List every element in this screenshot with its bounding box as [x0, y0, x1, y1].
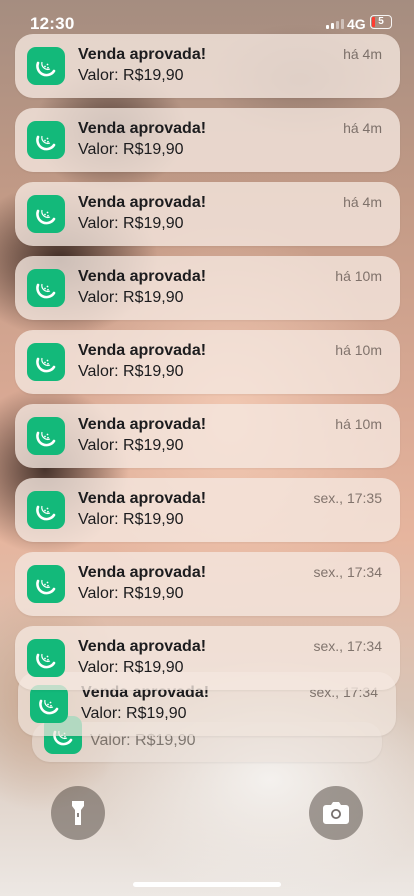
notification-time: sex., 17:35 [313, 490, 383, 506]
notification-time: sex., 17:34 [313, 638, 383, 654]
melon-app-icon [27, 417, 65, 455]
notification-card[interactable]: Venda aprovada! Valor: R$19,90 há 10m [15, 330, 400, 394]
notification-body: Valor: R$19,90 [78, 215, 184, 232]
notification-time: há 10m [335, 268, 382, 284]
notification-body: Valor: R$19,90 [78, 289, 184, 306]
notification-body: Valor: R$19,90 [78, 141, 184, 158]
notification-time: há 4m [343, 194, 382, 210]
notification-time: há 10m [335, 416, 382, 432]
notification-card[interactable]: Venda aprovada! Valor: R$19,90 há 10m [15, 404, 400, 468]
flashlight-icon [72, 801, 84, 825]
notification-body: Valor: R$19,90 [78, 659, 184, 676]
notification-card[interactable]: Venda aprovada! Valor: R$19,90 sex., 17:35 [15, 478, 400, 542]
notification-card[interactable]: Venda aprovada! Valor: R$19,90 sex., 17:34 [15, 626, 400, 690]
notification-title: Venda aprovada! [78, 194, 207, 211]
melon-app-icon [27, 269, 65, 307]
notification-card[interactable]: Venda aprovada! Valor: R$19,90 há 4m [15, 34, 400, 98]
notification-title: Venda aprovada! [78, 268, 207, 285]
notification-body: Valor: R$19,90 [78, 363, 184, 380]
melon-app-icon [27, 639, 65, 677]
notification-title: Venda aprovada! [78, 490, 207, 507]
notification-body: Valor: R$19,90 [78, 67, 184, 84]
notification-body: Valor: R$19,90 [81, 705, 187, 722]
camera-button[interactable] [309, 786, 363, 840]
melon-app-icon [27, 47, 65, 85]
notification-title: Venda aprovada! [78, 120, 207, 137]
notification-body: Valor: R$19,90 [78, 585, 184, 602]
notification-time: há 4m [343, 120, 382, 136]
melon-app-icon [27, 491, 65, 529]
melon-app-icon [27, 565, 65, 603]
notification-card[interactable]: Venda aprovada! Valor: R$19,90 há 4m [15, 108, 400, 172]
notification-stack: Valor: R$19,90 Venda aprovada! Valor: R$… [0, 0, 414, 896]
notification-title: Venda aprovada! [78, 564, 207, 581]
notification-title: Venda aprovada! [78, 638, 207, 655]
notification-card[interactable]: Venda aprovada! Valor: R$19,90 há 4m [15, 182, 400, 246]
notification-title: Venda aprovada! [78, 416, 207, 433]
melon-app-icon [27, 343, 65, 381]
notification-card[interactable]: Venda aprovada! Valor: R$19,90 há 10m [15, 256, 400, 320]
melon-app-icon [27, 195, 65, 233]
notification-time: há 10m [335, 342, 382, 358]
notification-time: sex., 17:34 [313, 564, 383, 580]
notification-body: Valor: R$19,90 [78, 437, 184, 454]
notification-title: Venda aprovada! [78, 46, 207, 63]
notification-card[interactable]: Venda aprovada! Valor: R$19,90 sex., 17:34 [15, 552, 400, 616]
melon-app-icon [27, 121, 65, 159]
notification-body: Valor: R$19,90 [78, 511, 184, 528]
flashlight-button[interactable] [51, 786, 105, 840]
melon-app-icon [30, 685, 68, 723]
camera-icon [323, 802, 349, 824]
notification-time: há 4m [343, 46, 382, 62]
home-indicator[interactable] [133, 882, 281, 887]
notification-title: Venda aprovada! [78, 342, 207, 359]
